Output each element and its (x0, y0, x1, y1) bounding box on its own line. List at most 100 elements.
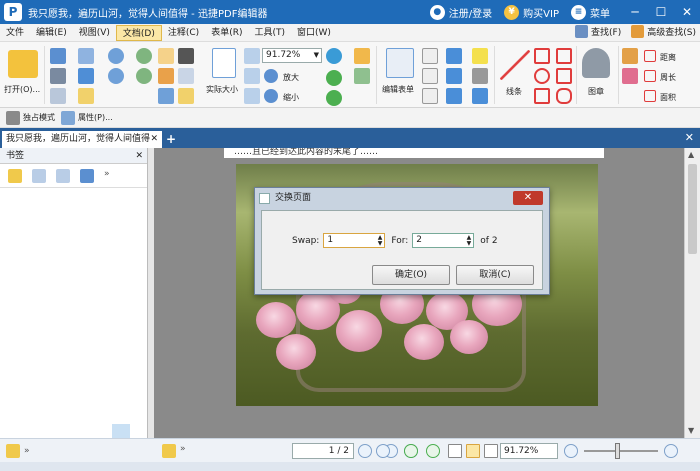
fit-visible-icon[interactable] (244, 88, 260, 104)
stamp-label[interactable]: 图章 (588, 86, 604, 97)
menu-document[interactable]: 文档(D) (115, 24, 162, 41)
stepper-arrows-icon[interactable]: ▲ ▼ (378, 235, 383, 247)
status-more-icon[interactable]: » (180, 444, 186, 454)
fit-width-icon[interactable] (244, 68, 260, 84)
advanced-search-button[interactable]: 高级查找(S) (631, 25, 696, 38)
scroll-up-icon[interactable]: ▲ (688, 150, 694, 159)
status-zoom-select[interactable]: 91.72% (500, 443, 558, 459)
open-label[interactable]: 打开(O)... (4, 84, 40, 95)
single-page-icon[interactable] (448, 444, 462, 458)
new-tab-button[interactable]: + (166, 132, 176, 146)
area-label[interactable]: 面积 (660, 92, 676, 103)
close-panel-icon[interactable]: ✕ (135, 148, 143, 164)
back-icon[interactable] (136, 48, 152, 64)
pentagon-tool-icon[interactable] (556, 68, 572, 84)
camera-icon[interactable] (178, 48, 194, 64)
page-number-input[interactable]: 1 / 2 (292, 443, 354, 459)
edit-form-label[interactable]: 编辑表单 (382, 84, 414, 95)
menu-tools[interactable]: 工具(T) (248, 25, 291, 41)
email-icon[interactable] (78, 48, 94, 64)
fit-page-icon[interactable] (244, 48, 260, 64)
sound-icon[interactable] (472, 88, 488, 104)
stepper-arrows-icon[interactable]: ▲ ▼ (467, 235, 472, 247)
zoom-select[interactable]: 91.72% ▼ (262, 48, 322, 63)
login-button[interactable]: ● 注册/登录 (429, 4, 492, 20)
go-forward-icon[interactable] (426, 444, 440, 458)
zoom-slider-thumb[interactable] (615, 443, 620, 459)
scroll-down-icon[interactable]: ▼ (688, 426, 694, 435)
swap-page-stepper[interactable]: 1 ▲ ▼ (323, 233, 386, 248)
zoom-in-icon[interactable] (264, 69, 278, 83)
add-bookmark-icon[interactable] (80, 168, 94, 183)
save-icon[interactable] (50, 48, 66, 64)
facing-page-icon[interactable] (484, 444, 498, 458)
stamp-icon[interactable] (582, 48, 610, 78)
properties-button[interactable]: 属性(P)... (61, 110, 113, 125)
pencil-icon[interactable] (622, 48, 638, 64)
continuous-page-icon[interactable] (466, 444, 480, 458)
zoom-out-label[interactable]: 缩小 (283, 92, 299, 103)
distance-icon[interactable] (644, 50, 656, 62)
collapse-bookmark-icon[interactable] (56, 168, 70, 183)
paste-icon[interactable] (178, 88, 194, 104)
text-field-icon[interactable] (422, 48, 438, 64)
next-page-icon[interactable] (358, 444, 372, 458)
zoom-tool-icon[interactable] (326, 48, 342, 64)
menu-view[interactable]: 视图(V) (73, 25, 116, 41)
snapshot-icon[interactable] (158, 88, 174, 104)
text-tool-icon[interactable] (446, 48, 462, 64)
arrow-tool-icon[interactable] (534, 48, 550, 64)
zoom-in-label[interactable]: 放大 (283, 72, 299, 83)
select-text-icon[interactable] (158, 68, 174, 84)
forward-icon[interactable] (136, 68, 152, 84)
checkbox-field-icon[interactable] (422, 68, 438, 84)
attach-icon[interactable] (472, 68, 488, 84)
exclusive-mode-button[interactable]: 独占模式 (6, 110, 55, 125)
close-tab-icon[interactable]: ✕ (150, 131, 158, 148)
menu-comment[interactable]: 注释(C) (162, 25, 205, 41)
edit-form-icon[interactable] (386, 48, 414, 78)
undo-icon[interactable] (108, 48, 124, 64)
panel-settings-icon[interactable] (6, 443, 20, 458)
rotate-left-icon[interactable] (326, 70, 342, 86)
new-icon[interactable] (78, 88, 94, 104)
scroll-thumb[interactable] (688, 164, 697, 254)
more-chevron-icon[interactable]: » (104, 169, 118, 183)
export-icon[interactable] (50, 88, 66, 104)
find-button[interactable]: 查找(F) (575, 25, 621, 38)
rotate-right-icon[interactable] (326, 90, 342, 106)
zoom-out-icon[interactable] (264, 89, 278, 103)
menu-window[interactable]: 窗口(W) (291, 25, 337, 41)
actual-size-label[interactable]: 实际大小 (206, 84, 238, 95)
hand-tool-icon[interactable] (158, 48, 174, 64)
eraser-icon[interactable] (622, 68, 638, 84)
settings-gear-icon[interactable] (162, 444, 176, 458)
open-folder-icon[interactable] (8, 50, 38, 78)
strikeout-icon[interactable] (446, 68, 462, 84)
lines-label[interactable]: 线条 (506, 86, 522, 97)
menu-file[interactable]: 文件 (0, 25, 30, 41)
add-page-icon[interactable] (354, 68, 370, 84)
for-page-stepper[interactable]: 2 ▲ ▼ (412, 233, 475, 248)
note-icon[interactable] (472, 48, 488, 64)
buy-vip-button[interactable]: ¥ 购买VIP (504, 4, 559, 20)
radio-field-icon[interactable] (422, 88, 438, 104)
clipboard-icon[interactable] (178, 68, 194, 84)
cloud-tool-icon[interactable] (556, 88, 572, 104)
underline-icon[interactable] (446, 88, 462, 104)
bookmark-options-icon[interactable] (8, 168, 22, 183)
close-window-button[interactable]: ✕ (674, 0, 700, 24)
zoom-in-status-icon[interactable] (664, 444, 678, 458)
insert-page-icon[interactable] (354, 48, 370, 64)
print-icon[interactable] (50, 68, 66, 84)
perimeter-icon[interactable] (644, 70, 656, 82)
perimeter-label[interactable]: 周长 (660, 72, 676, 83)
expand-bookmark-icon[interactable] (32, 168, 46, 183)
dialog-close-button[interactable]: ✕ (513, 191, 543, 205)
menu-edit[interactable]: 编辑(E) (30, 25, 73, 41)
line-tool-icon[interactable] (500, 50, 530, 80)
menu-button[interactable]: ≡ 菜单 (571, 4, 610, 20)
ellipse-tool-icon[interactable] (534, 68, 550, 84)
go-back-icon[interactable] (404, 444, 418, 458)
cloud-icon[interactable] (78, 68, 94, 84)
